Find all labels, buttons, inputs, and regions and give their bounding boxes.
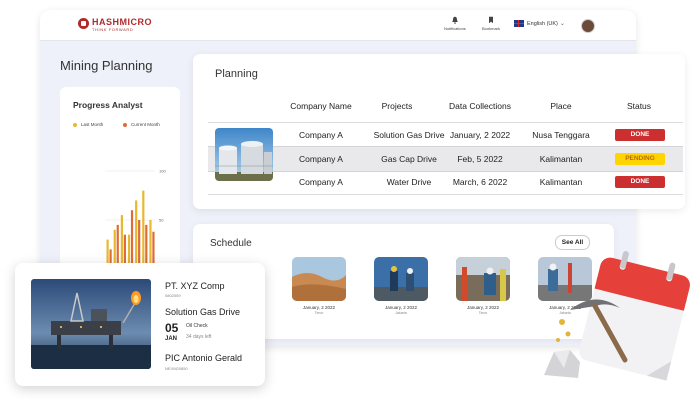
chart-y-tick-label: 100 (159, 169, 166, 174)
detail-date-month: JAN (165, 336, 178, 342)
cell-company: Company A (299, 130, 343, 140)
column-header-company: Company Name (290, 101, 352, 111)
progress-chart: 100500 (105, 169, 166, 272)
language-selector[interactable]: English (UK) ⌄ (514, 20, 565, 28)
schedule-thumbnail[interactable] (374, 257, 428, 301)
schedule-location: Jakarta (395, 311, 407, 315)
notifications-button[interactable]: Notifications (444, 16, 466, 31)
bookmark-button[interactable]: Bookmark (482, 16, 500, 31)
detail-project-name: Solution Gas Drive (165, 307, 241, 317)
chart-y-tick-label: 50 (159, 218, 164, 223)
detail-company-name: PT. XYZ Comp (165, 281, 225, 291)
chart-bar (138, 220, 141, 269)
detail-days-left: 34 days left (186, 334, 212, 340)
schedule-date: January, 2 2022 (303, 305, 335, 310)
column-header-projects: Projects (381, 101, 413, 111)
schedule-thumbnail[interactable] (456, 257, 510, 301)
avatar[interactable] (581, 19, 595, 33)
bookmark-icon (489, 16, 493, 24)
schedule-thumbnail[interactable] (292, 257, 346, 301)
status-badge: PENDING (615, 153, 665, 165)
detail-date-day: 05 (165, 321, 179, 335)
detail-task: Oil Check (186, 323, 208, 329)
table-row[interactable]: Company A Gas Cap Drive Feb, 5 2022 Kali… (208, 146, 683, 172)
schedule-location: Timor (314, 311, 324, 315)
cell-place: Kalimantan (539, 177, 583, 187)
cell-project: Water Drive (386, 177, 432, 187)
calendar-pickaxe-illustration (544, 251, 690, 381)
logo-tagline: THINK FORWARD (92, 27, 134, 32)
table-row[interactable]: Company A Water Drive March, 6 2022 Kali… (208, 170, 683, 195)
cell-date: March, 6 2022 (452, 177, 508, 187)
planning-title: Planning (215, 68, 258, 80)
schedule-date: January, 2 2022 (467, 305, 499, 310)
cell-place: Kalimantan (539, 154, 583, 164)
detail-company-code: 0802559 (165, 293, 181, 298)
schedule-location: Timor (478, 311, 488, 315)
progress-analyst-card: Progress Analyst Last Month Current Mont… (60, 87, 180, 287)
status-badge: DONE (615, 176, 665, 188)
schedule-date: January, 2 2022 (385, 305, 417, 310)
cell-project: Gas Cap Drive (381, 154, 437, 164)
column-header-data-collections: Data Collections (449, 101, 511, 111)
chart-bar (135, 200, 138, 269)
table-row[interactable]: Company A Solution Gas Drive January, 2 … (208, 122, 683, 147)
status-badge: DONE (615, 129, 665, 141)
storage-tanks-image (215, 128, 273, 181)
top-bar: HASHMICRO THINK FORWARD Notifications Bo… (40, 10, 636, 41)
see-all-button[interactable]: See All (555, 235, 590, 250)
language-label: English (UK) (527, 21, 558, 27)
bell-icon (452, 16, 458, 24)
chart-bar (149, 220, 152, 269)
cell-date: Feb, 5 2022 (457, 154, 503, 164)
project-detail-card[interactable]: PT. XYZ Comp 0802559 Solution Gas Drive … (15, 263, 265, 386)
cell-place: Nusa Tenggara (532, 130, 590, 140)
logo-name: HASHMICRO (92, 17, 152, 27)
notifications-label: Notifications (444, 26, 466, 31)
column-header-status: Status (626, 101, 652, 111)
schedule-title: Schedule (210, 238, 252, 249)
detail-pic-name: PIC Antonio Gerald (165, 353, 243, 363)
chart-bar (130, 210, 134, 269)
bookmark-label: Bookmark (482, 26, 501, 31)
cell-project: Solution Gas Drive (373, 130, 445, 140)
page-title: Mining Planning (60, 58, 153, 73)
uk-flag-icon (514, 20, 524, 28)
cell-company: Company A (299, 177, 343, 187)
chart-bar (120, 215, 123, 269)
offshore-rig-image (31, 279, 151, 369)
cell-date: January, 2 2022 (449, 130, 511, 140)
cell-company: Company A (299, 154, 343, 164)
chart-bar (142, 190, 145, 269)
column-header-place: Place (550, 101, 572, 111)
detail-pic-code: NEXM20850 (165, 366, 188, 371)
logo-icon (78, 18, 89, 29)
chevron-down-icon: ⌄ (559, 21, 565, 27)
